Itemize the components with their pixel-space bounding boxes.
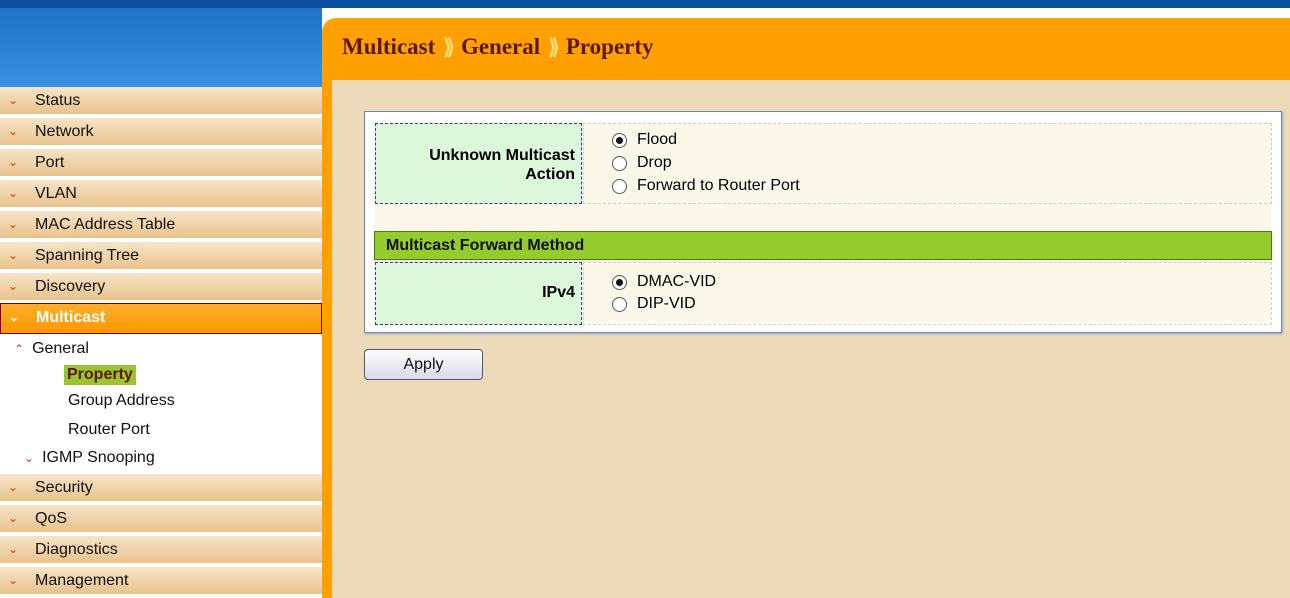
radio-unchecked-icon[interactable] [612,178,627,194]
sidebar-subitem-group-address[interactable]: Group Address [68,392,175,410]
radio-dmac-vid-label: DMAC-VID [637,273,717,290]
sidebar-item-security[interactable]: ⌄ Security [0,474,322,503]
sidebar-item-label: Multicast [36,309,106,326]
breadcrumb-multicast: Multicast [342,34,436,59]
sidebar-item-port[interactable]: ⌄ Port [0,149,322,178]
radio-checked-icon[interactable] [612,132,627,148]
radio-dip-vid[interactable]: DIP-VID [612,295,696,313]
unknown-multicast-label: Unknown Multicast Action [375,123,582,204]
sidebar-item-status[interactable]: ⌄ Status [0,87,322,116]
chevron-down-icon: ⌄ [8,511,19,525]
sidebar-subitem-general[interactable]: ⌃ General [14,340,89,358]
apply-button[interactable]: Apply [364,349,483,380]
chevron-down-icon: ⌄ [24,451,35,465]
sidebar-item-label: Security [35,479,93,496]
chevron-down-icon: ⌄ [8,542,19,556]
sidebar-subitem-igmp-snooping[interactable]: ⌄ IGMP Snooping [24,449,155,467]
radio-drop[interactable]: Drop [612,154,672,172]
radio-forward-router-port-label: Forward to Router Port [637,177,800,194]
sidebar-item-discovery[interactable]: ⌄ Discovery [0,273,322,302]
ipv4-label: IPv4 [375,262,582,325]
logo-area [0,8,322,87]
page-header: Multicast ⟫ General ⟫ Property [322,18,1290,80]
sidebar-item-network[interactable]: ⌄ Network [0,118,322,147]
radio-dip-vid-label: DIP-VID [637,295,696,312]
breadcrumb-separator-icon: ⟫ [548,35,560,59]
radio-unchecked-icon[interactable] [612,296,627,312]
sidebar-item-diagnostics[interactable]: ⌄ Diagnostics [0,536,322,565]
sidebar-item-management[interactable]: ⌄ Management [0,567,322,596]
breadcrumb: Multicast ⟫ General ⟫ Property [342,34,654,60]
chevron-down-icon: ⌄ [8,248,19,262]
radio-dmac-vid[interactable]: DMAC-VID [612,273,716,291]
sidebar-item-label: Discovery [35,278,106,295]
sidebar-subitem-label: General [32,340,89,357]
radio-flood-label: Flood [637,131,678,148]
unknown-multicast-label-line1: Unknown Multicast [429,147,575,164]
radio-forward-router-port[interactable]: Forward to Router Port [612,177,800,195]
sidebar-subitem-property[interactable]: Property [64,365,136,385]
sidebar-item-mac-address-table[interactable]: ⌄ MAC Address Table [0,211,322,240]
sidebar-item-vlan[interactable]: ⌄ VLAN [0,180,322,209]
sidebar-item-label: Status [35,92,81,109]
sidebar-item-label: MAC Address Table [35,216,176,233]
sidebar-item-label: Network [35,123,94,140]
sidebar-item-label: Spanning Tree [35,247,140,264]
breadcrumb-general: General [460,34,541,59]
radio-unchecked-icon[interactable] [612,155,627,171]
unknown-multicast-label-line2: Action [525,166,575,183]
radio-drop-label: Drop [637,154,672,171]
chevron-down-icon: ⌄ [8,155,19,169]
chevron-down-icon: ⌄ [8,217,19,231]
sidebar: ⌄ Status ⌄ Network ⌄ Port ⌄ VLAN ⌄ MAC Addres… [0,87,322,598]
chevron-down-icon: ⌄ [8,279,19,293]
section-title-forward-method: Multicast Forward Method [374,231,1272,260]
chevron-down-icon: ⌄ [9,310,20,324]
sidebar-subitem-router-port[interactable]: Router Port [68,421,150,439]
breadcrumb-separator-icon: ⟫ [443,35,455,59]
sidebar-item-spanning-tree[interactable]: ⌄ Spanning Tree [0,242,322,271]
chevron-down-icon: ⌄ [8,186,19,200]
chevron-down-icon: ⌄ [8,124,19,138]
chevron-up-icon: ⌃ [14,342,25,356]
sidebar-subitem-label: IGMP Snooping [42,449,155,466]
sidebar-item-label: VLAN [35,185,77,202]
sidebar-item-multicast[interactable]: ⌄ Multicast [0,303,322,334]
sidebar-subitem-label: Group Address [68,392,175,409]
sidebar-item-label: Diagnostics [35,541,118,558]
header-divider [322,80,332,598]
radio-flood[interactable]: Flood [612,131,677,149]
chevron-down-icon: ⌄ [8,93,19,107]
chevron-down-icon: ⌄ [8,480,19,494]
top-bar [0,0,1290,8]
ipv4-label-text: IPv4 [542,284,575,301]
ipv4-options [583,262,1272,325]
breadcrumb-property: Property [565,34,654,59]
radio-checked-icon[interactable] [612,274,627,290]
sidebar-item-label: QoS [35,510,68,527]
sidebar-item-label: Port [35,154,65,171]
sidebar-item-qos[interactable]: ⌄ QoS [0,505,322,534]
sidebar-subitem-label: Router Port [68,421,150,438]
sidebar-item-label: Management [35,572,129,589]
chevron-down-icon: ⌄ [8,573,19,587]
